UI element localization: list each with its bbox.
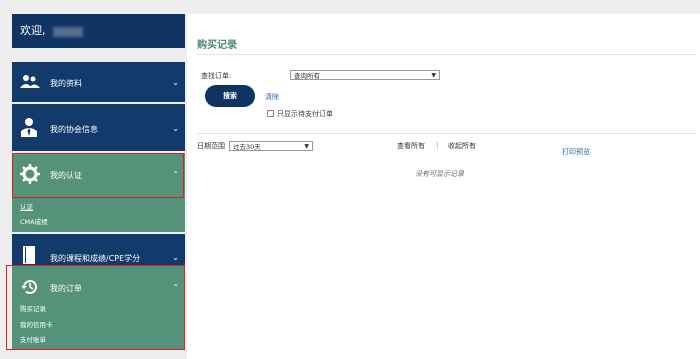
caret-down-icon: ▼ [431, 72, 436, 79]
sidebar-item-label: 我的资料 [50, 79, 82, 88]
chevron-down-icon: ⌄ [172, 253, 179, 262]
highlight-box-orders [6, 265, 185, 350]
date-range-select[interactable]: 过去30天 ▼ [229, 141, 313, 151]
users-icon [20, 75, 40, 88]
collapse-all-link[interactable]: 收起所有 [448, 141, 476, 151]
date-range-value: 过去30天 [233, 143, 261, 151]
clear-link[interactable]: 清除 [265, 92, 279, 102]
view-all-link[interactable]: 查看所有 [397, 141, 425, 151]
chevron-down-icon: ⌄ [172, 124, 179, 133]
order-filter-select[interactable]: 查询所有 ▼ [290, 70, 440, 80]
sidebar-item-label: 我的课程和成绩/CPE学分 [50, 254, 141, 263]
order-filter-value: 查询所有 [294, 72, 320, 80]
person-tie-icon [21, 118, 37, 137]
sidebar-item-label: 我的协会信息 [50, 125, 98, 134]
filter-divider [197, 133, 697, 134]
separator: | [436, 141, 439, 149]
welcome-banner: 欢迎, [12, 14, 185, 48]
sidebar-item-profile[interactable]: 我的资料 ⌄ [12, 62, 185, 102]
chevron-down-icon: ⌄ [172, 78, 179, 87]
sidebar-submenu-certification: 认证 CMA成绩 [12, 196, 185, 232]
search-button[interactable]: 搜索 [205, 85, 255, 107]
empty-message: 没有可显示记录 [415, 170, 464, 178]
username-redacted [53, 27, 83, 37]
date-range-label: 日期范围 [197, 142, 225, 150]
page-title: 购买记录 [197, 40, 237, 51]
welcome-text: 欢迎, [20, 24, 46, 37]
print-preview-link[interactable]: 打印预览 [562, 147, 590, 157]
pending-only-checkbox[interactable] [267, 110, 274, 117]
sidebar-item-association[interactable]: 我的协会信息 ⌄ [12, 104, 185, 151]
title-divider [197, 54, 697, 55]
highlight-box-certification [12, 153, 184, 198]
pending-only-label: 只显示待支付订单 [277, 110, 333, 118]
sidebar: 欢迎, 我的资料 ⌄ 我的协会信息 ⌄ 我的认证 ⌃ 认证 CMA成绩 我的课程… [6, 14, 185, 359]
submenu-item-cma-scores[interactable]: CMA成绩 [20, 216, 48, 226]
submenu-item-certification[interactable]: 认证 [20, 201, 33, 211]
caret-down-icon: ▼ [304, 143, 309, 150]
book-icon [23, 246, 35, 264]
main-panel: 购买记录 查找订单: 查询所有 ▼ 搜索 清除 只显示待支付订单 日期范围 过去… [187, 14, 700, 359]
search-order-label: 查找订单: [201, 72, 232, 80]
